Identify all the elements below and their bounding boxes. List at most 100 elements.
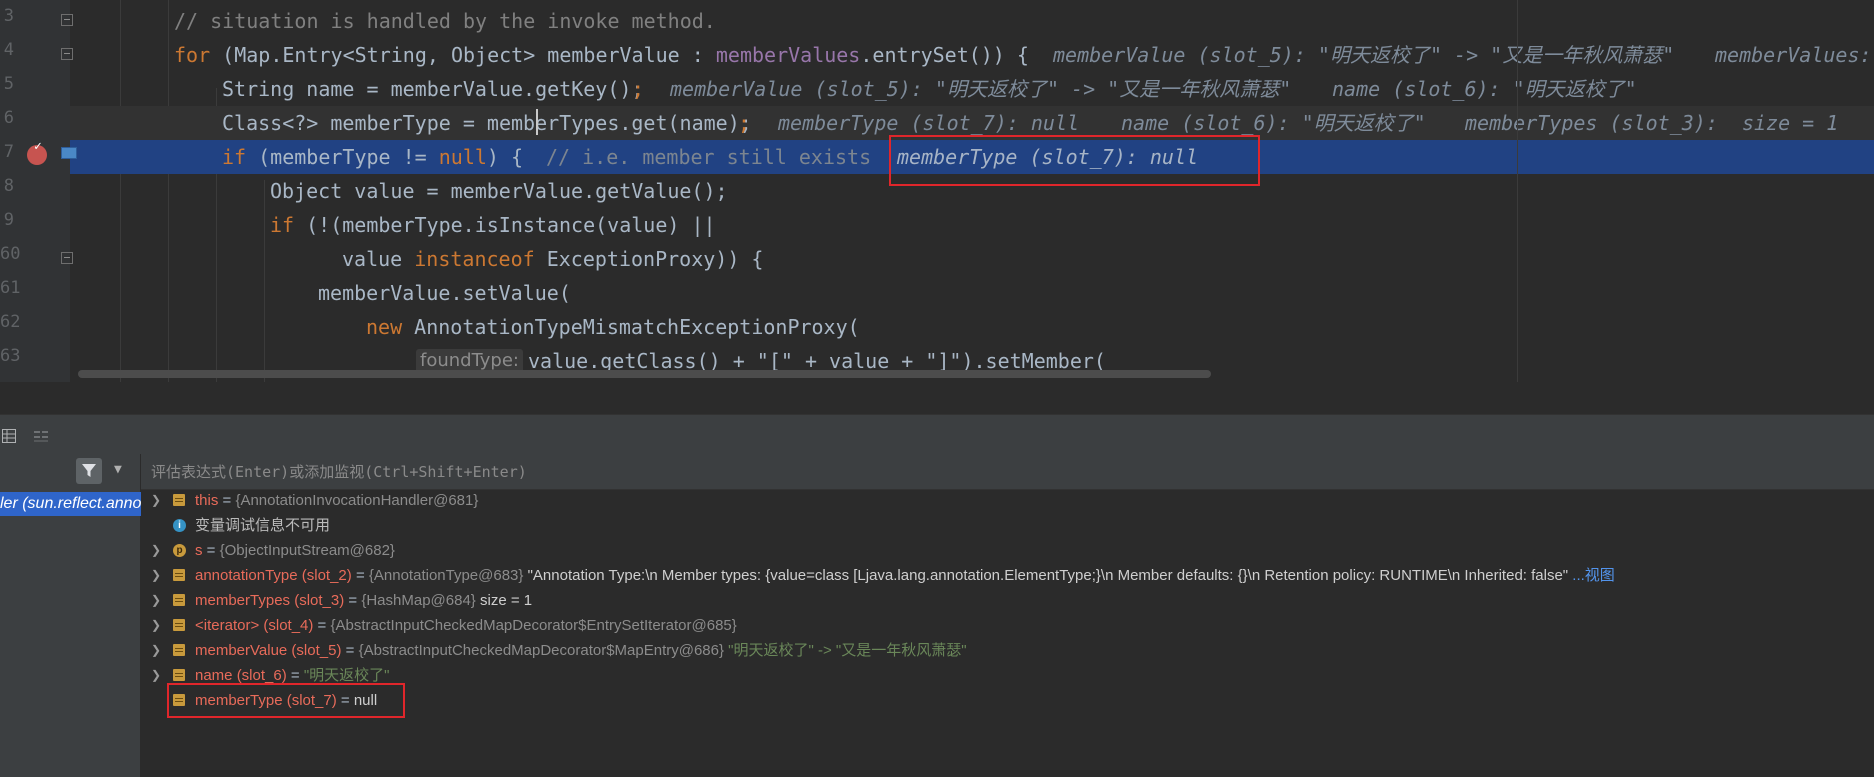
code-line[interactable]: String name = memberValue.getKey(); ; me… <box>70 72 1874 106</box>
code-segment: (memberType != <box>246 145 439 169</box>
variable-value: {AbstractInputCheckedMapDecorator$MapEnt… <box>358 642 724 659</box>
parameter-icon: p <box>173 544 186 557</box>
chevron-right-icon[interactable]: ❯ <box>151 588 161 613</box>
field-icon <box>173 669 185 681</box>
variable-row[interactable]: ❯ memberTypes (slot_3) = {HashMap@684} s… <box>141 588 1874 613</box>
variable-text: this = {AnnotationInvocationHandler@681} <box>195 488 478 513</box>
chevron-right-icon[interactable]: ❯ <box>151 563 161 588</box>
variable-tostring: "Annotation Type:\n Member types: {value… <box>523 567 1573 584</box>
variable-name: name (slot_6) <box>195 667 287 684</box>
chevron-right-icon[interactable]: ❯ <box>151 538 161 563</box>
code-line[interactable]: memberValue.setValue( <box>70 276 1874 310</box>
equals-sign: = <box>218 492 236 509</box>
keyword: if <box>270 213 295 237</box>
field-icon <box>173 619 185 631</box>
variable-row[interactable]: ❯ memberValue (slot_5) = {AbstractInputC… <box>141 638 1874 663</box>
horizontal-scrollbar[interactable] <box>78 370 1211 378</box>
code-text: value instanceof ExceptionProxy)) { <box>342 242 763 276</box>
code-text: for (Map.Entry<String, Object> memberVal… <box>174 38 1029 72</box>
code-text: Class<?> memberType = memberTypes.get(na… <box>222 111 752 135</box>
field-icon <box>173 494 185 506</box>
annotation-highlight-box <box>167 683 405 718</box>
variable-row[interactable]: ❯ annotationType (slot_2) = {AnnotationT… <box>141 563 1874 588</box>
line-number: 8 <box>3 176 14 196</box>
line-number: 9 <box>3 210 14 230</box>
line-number: 4 <box>3 40 14 60</box>
line-number: 5 <box>3 74 14 94</box>
stack-frame-label: ler (sun.reflect.anno <box>0 495 141 512</box>
chevron-right-icon[interactable]: ❯ <box>151 613 161 638</box>
variable-size: size = 1 <box>475 592 533 609</box>
variable-row[interactable]: ❯ p s = {ObjectInputStream@682} <box>141 538 1874 563</box>
variable-text: memberTypes (slot_3) = {HashMap@684} siz… <box>195 588 532 613</box>
keyword: null <box>438 145 487 169</box>
code-text: new AnnotationTypeMismatchExceptionProxy… <box>366 310 860 344</box>
line-number: 6 <box>3 108 14 128</box>
code-line[interactable]: // situation is handled by the invoke me… <box>70 4 1874 38</box>
inline-debug-value: name (slot_6): "明天返校了" <box>1332 77 1637 101</box>
code-segment: (Map.Entry<String, Object> memberValue : <box>210 43 716 67</box>
code-line[interactable]: new AnnotationTypeMismatchExceptionProxy… <box>70 310 1874 344</box>
line-number: 61 <box>0 278 21 298</box>
editor-gutter: 3 4 5 6 7 8 9 60 61 62 63 <box>0 0 73 382</box>
line-number: 63 <box>0 346 21 366</box>
equals-sign: = <box>202 542 220 559</box>
keyword: for <box>174 43 211 67</box>
keyword: new <box>366 315 403 339</box>
breakpoint-check-icon: ✓ <box>34 139 42 154</box>
chevron-down-icon[interactable]: ▼ <box>114 462 122 477</box>
view-link[interactable]: ...视图 <box>1572 567 1615 584</box>
code-line[interactable]: for (Map.Entry<String, Object> memberVal… <box>70 38 1874 72</box>
variable-row[interactable]: ❯ this = {AnnotationInvocationHandler@68… <box>141 488 1874 513</box>
stack-frame-item[interactable]: ler (sun.reflect.anno <box>0 492 141 516</box>
equals-sign: = <box>313 617 331 634</box>
code-segment: ExceptionProxy)) { <box>534 247 764 271</box>
field-icon <box>173 594 185 606</box>
code-text: if (memberType != null) { <box>222 140 523 174</box>
variable-text: s = {ObjectInputStream@682} <box>195 538 395 563</box>
variable-name: <iterator> (slot_4) <box>195 617 314 634</box>
variable-row[interactable]: i 变量调试信息不可用 <box>141 513 1874 538</box>
chevron-right-icon[interactable]: ❯ <box>151 488 161 513</box>
text-caret <box>536 109 538 135</box>
inline-debug-value: memberValue (slot_5): "明天返校了" -> "又是一年秋风… <box>1053 43 1675 67</box>
code-text: String name = memberValue.getKey(); <box>222 77 644 101</box>
line-number: 62 <box>0 312 21 332</box>
code-segment: AnnotationTypeMismatchExceptionProxy( <box>402 315 860 339</box>
code-line[interactable]: value instanceof ExceptionProxy)) { <box>70 242 1874 276</box>
semicolon: ; <box>632 77 645 101</box>
variable-value: {AnnotationInvocationHandler@681} <box>235 492 479 509</box>
semicolon: ; <box>738 111 751 135</box>
execution-point-icon <box>61 147 77 159</box>
info-message: 变量调试信息不可用 <box>195 517 331 534</box>
evaluate-expression-input[interactable]: 评估表达式(Enter)或添加监视(Ctrl+Shift+Enter) <box>151 454 527 490</box>
line-number: 7 <box>3 142 14 162</box>
filter-button[interactable] <box>76 458 102 484</box>
code-line[interactable]: if (!(memberType.isInstance(value) || <box>70 208 1874 242</box>
variable-value: {AnnotationType@683} <box>368 567 524 584</box>
equals-sign: = <box>351 567 369 584</box>
table-view-icon[interactable] <box>2 429 16 443</box>
code-segment: ) { <box>486 145 524 169</box>
filter-icon <box>82 464 96 477</box>
line-number: 60 <box>0 244 21 264</box>
chevron-right-icon[interactable]: ❯ <box>151 663 161 688</box>
keyword: if <box>222 145 247 169</box>
variable-text: <iterator> (slot_4) = {AbstractInputChec… <box>195 613 737 638</box>
code-segment: value <box>342 247 415 271</box>
variable-value: {HashMap@684} <box>361 592 476 609</box>
layout-icon[interactable] <box>34 429 48 443</box>
code-comment: // situation is handled by the invoke me… <box>174 9 716 33</box>
info-icon: i <box>173 519 186 532</box>
code-text: Object value = memberValue.getValue(); <box>270 179 728 203</box>
right-margin-line <box>1517 0 1518 382</box>
chevron-right-icon[interactable]: ❯ <box>151 638 161 663</box>
equals-sign: = <box>341 642 359 659</box>
debug-toolbar <box>0 414 1874 455</box>
variable-name: memberValue (slot_5) <box>195 642 342 659</box>
variable-string-value: "明天返校了" <box>303 667 390 684</box>
code-comment: // i.e. member still exists <box>546 145 872 169</box>
code-editor[interactable]: 3 4 5 6 7 8 9 60 61 62 63 // situation i… <box>0 0 1874 382</box>
inline-debug-value: memberValues: <box>1715 43 1874 67</box>
variable-row[interactable]: ❯ <iterator> (slot_4) = {AbstractInputCh… <box>141 613 1874 638</box>
